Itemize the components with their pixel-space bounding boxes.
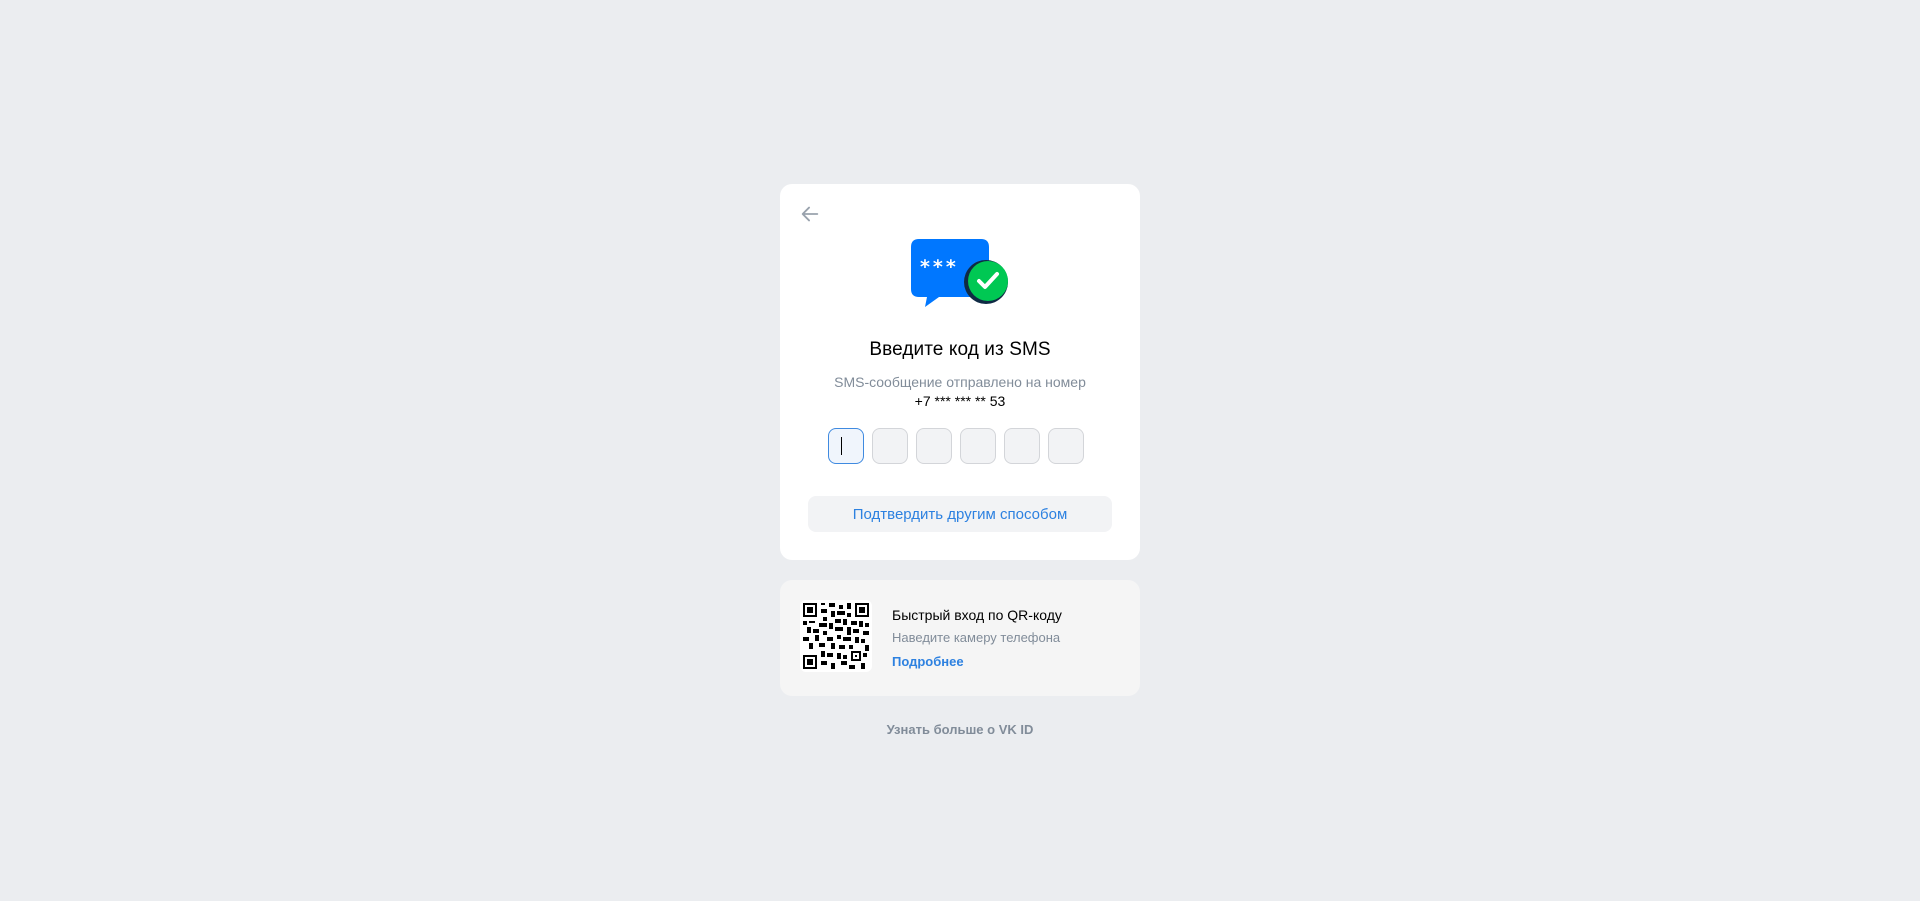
qr-more-link[interactable]: Подробнее xyxy=(892,654,964,669)
arrow-left-icon xyxy=(801,206,819,222)
qr-login-subtitle: Наведите камеру телефона xyxy=(892,630,1061,645)
code-digit-input-3[interactable] xyxy=(916,428,952,464)
qr-code-icon xyxy=(800,600,872,672)
confirm-other-way-button[interactable]: Подтвердить другим способом xyxy=(808,496,1112,532)
qr-login-card[interactable]: Быстрый вход по QR-коду Наведите камеру … xyxy=(780,580,1140,696)
code-digit-input-2[interactable] xyxy=(872,428,908,464)
code-digit-input-4[interactable] xyxy=(960,428,996,464)
text-caret xyxy=(841,437,842,455)
qr-login-title: Быстрый вход по QR-коду xyxy=(892,607,1062,623)
learn-more-vkid-link[interactable]: Узнать больше о VK ID xyxy=(0,722,1920,737)
code-digit-input-5[interactable] xyxy=(1004,428,1040,464)
bubble-text: *** xyxy=(920,256,959,278)
sms-code-check-icon: *** xyxy=(911,239,1011,309)
code-input-row xyxy=(828,428,1084,464)
masked-phone-number: +7 *** *** ** 53 xyxy=(914,393,1006,409)
back-button[interactable] xyxy=(792,196,828,232)
sms-sent-subtitle: SMS-сообщение отправлено на номер xyxy=(834,374,1086,390)
page-title: Введите код из SMS xyxy=(869,339,1051,360)
code-digit-input-6[interactable] xyxy=(1048,428,1084,464)
code-digit-input-1[interactable] xyxy=(828,428,864,464)
verification-card: *** Введите код из SMS SMS-сообщение отп… xyxy=(780,184,1140,560)
